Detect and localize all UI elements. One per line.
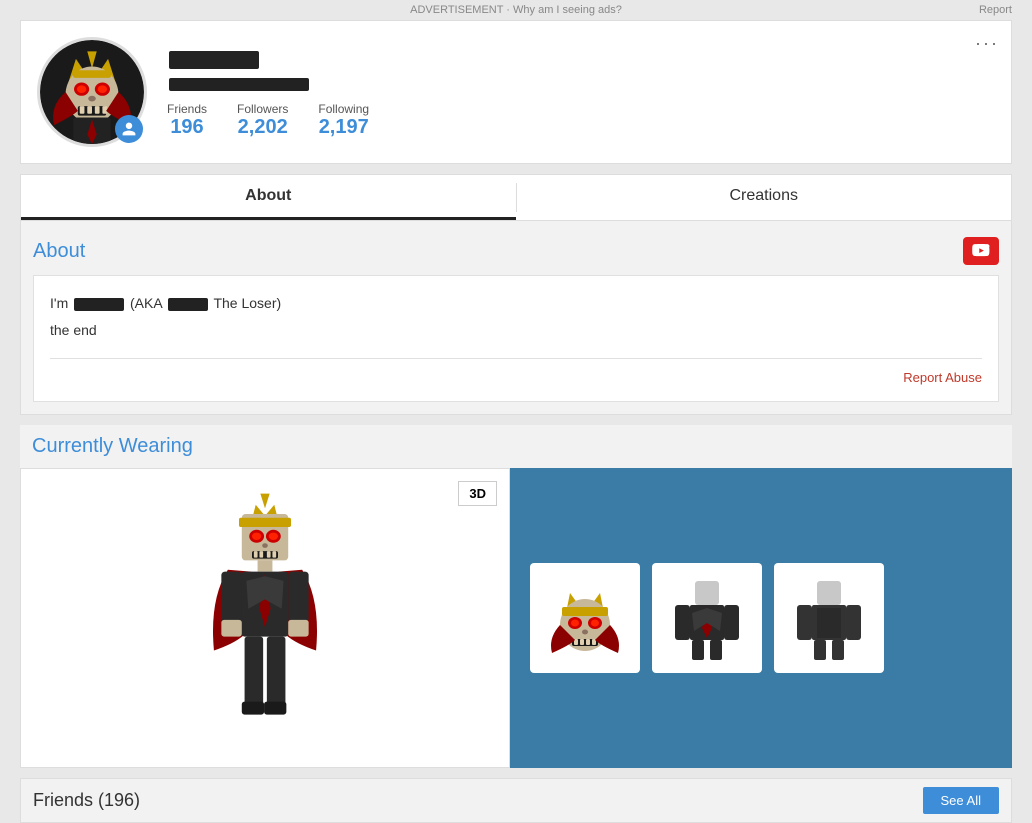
online-badge [115,115,143,143]
stat-followers[interactable]: Followers 2,202 [237,102,288,139]
ad-bar: ADVERTISEMENT · Why am I seeing ads? Rep… [0,0,1032,20]
wearing-title-text: Currently Wearing [32,435,193,457]
stat-following-value: 2,197 [318,116,369,139]
avatar-wrap [37,37,147,147]
bio-name1-redacted [74,298,124,311]
3d-button[interactable]: 3D [458,481,497,506]
stat-followers-value: 2,202 [237,116,288,139]
about-header: About [21,231,1011,275]
outfit1-thumbnail [662,573,752,663]
mask-thumbnail [540,573,630,663]
about-section: About I'm (AKA The Loser) the end Report… [20,220,1012,415]
displayname-redacted [169,78,309,91]
person-icon [121,121,137,137]
wearing-item-outfit2[interactable] [774,563,884,673]
see-all-button[interactable]: See All [923,787,999,814]
about-bio: I'm (AKA The Loser) [50,292,982,314]
character-display [21,469,509,767]
stat-friends-value: 196 [167,116,207,139]
about-title: About [33,240,85,263]
wearing-item-mask[interactable] [530,563,640,673]
wearing-section: Currently Wearing [20,425,1012,768]
bio-aka: (AKA [130,295,162,311]
more-options-button[interactable]: ··· [975,33,999,54]
wearing-title: Currently Wearing [20,435,1012,468]
username-redacted [169,51,259,69]
report-ad-link[interactable]: Report [979,4,1012,16]
wearing-item-outfit1[interactable] [652,563,762,673]
friends-section: Friends (196) See All [20,778,1012,823]
report-abuse-row: Report Abuse [50,358,982,385]
tab-creations[interactable]: Creations [517,175,1012,220]
character-svg [165,488,365,748]
bio-prefix: I'm [50,295,68,311]
stat-friends-label: Friends [167,102,207,116]
profile-card: Friends 196 Followers 2,202 Following 2,… [20,20,1012,164]
youtube-icon [972,242,990,260]
friends-title: Friends (196) [33,790,140,811]
about-end: the end [50,322,982,338]
stat-following[interactable]: Following 2,197 [318,102,369,139]
stat-followers-label: Followers [237,102,288,116]
profile-display-name [167,76,995,92]
about-content-box: I'm (AKA The Loser) the end Report Abuse [33,275,999,402]
wearing-body: 3D [20,468,1012,768]
bio-suffix: The Loser) [213,295,281,311]
wearing-3d-panel: 3D [20,468,510,768]
report-abuse-link[interactable]: Report Abuse [903,370,982,385]
stat-friends[interactable]: Friends 196 [167,102,207,139]
tabs-bar: About Creations [20,174,1012,220]
tab-about[interactable]: About [21,175,516,220]
profile-username [167,46,995,72]
youtube-button[interactable] [963,237,999,265]
profile-stats: Friends 196 Followers 2,202 Following 2,… [167,102,995,139]
wearing-items-panel [510,468,1012,768]
profile-info: Friends 196 Followers 2,202 Following 2,… [167,46,995,139]
bio-name2-redacted [168,298,208,311]
outfit2-thumbnail [784,573,874,663]
ad-text: ADVERTISEMENT · Why am I seeing ads? [410,4,622,16]
stat-following-label: Following [318,102,369,116]
